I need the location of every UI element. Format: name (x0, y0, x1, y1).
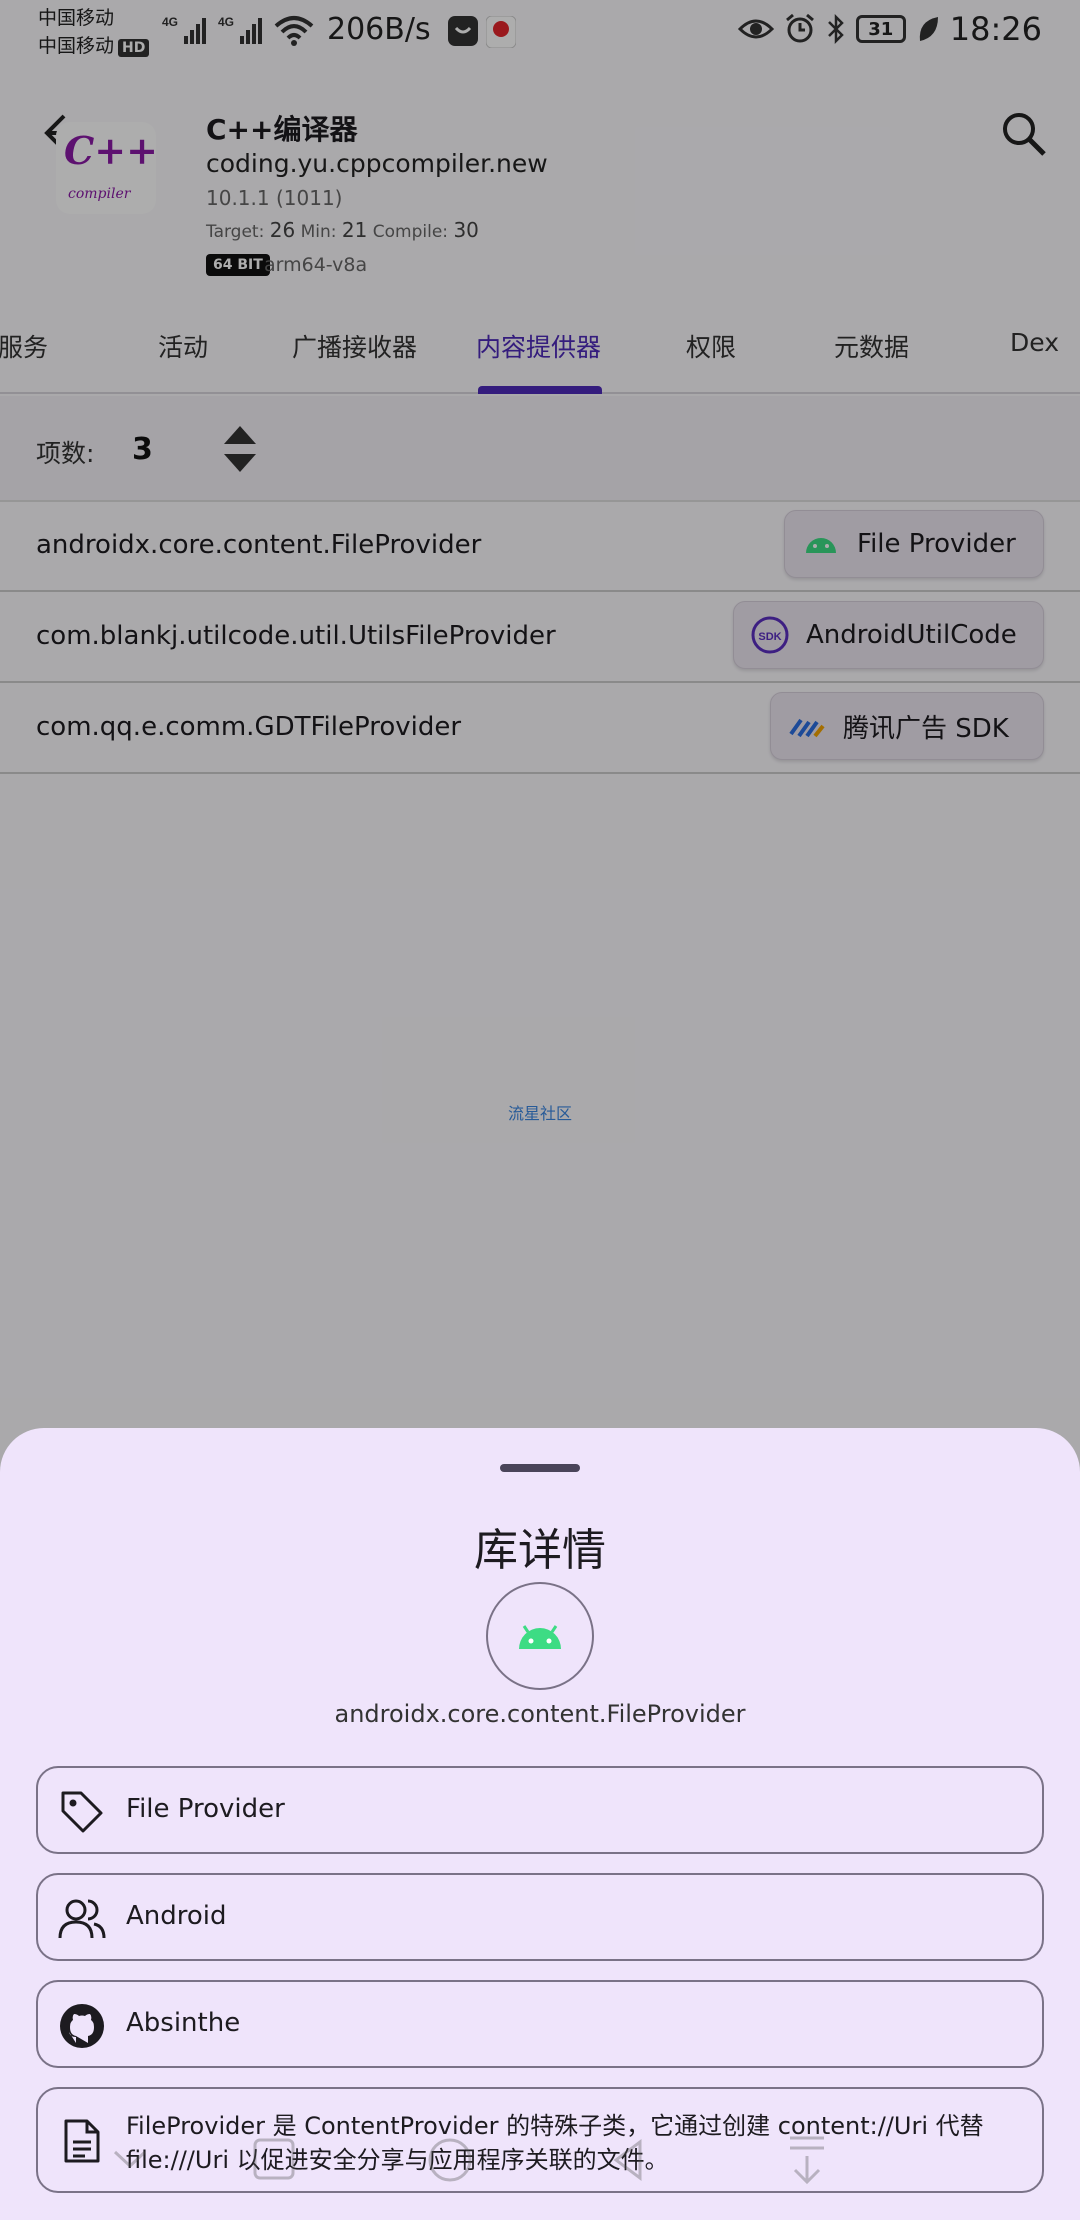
tag-icon (58, 1788, 106, 1836)
library-details-sheet: 库详情 androidx.core.content.FileProvider F… (0, 1428, 1080, 2220)
nav-download-icon (790, 2136, 824, 2185)
library-contributor: Absinthe (126, 2008, 241, 2038)
nav-recents-icon (253, 2138, 295, 2180)
android-icon (519, 1625, 561, 1649)
system-nav-bar (113, 2136, 824, 2185)
nav-back-icon (613, 2139, 642, 2181)
people-icon (58, 1895, 106, 1943)
nav-home-icon (428, 2138, 472, 2182)
nav-collapse-icon (113, 2150, 147, 2169)
github-icon (58, 2002, 106, 2050)
sheet-title: 库详情 (474, 1525, 606, 1576)
library-team: Android (126, 1901, 227, 1931)
library-avatar (486, 1582, 594, 1690)
library-label: File Provider (126, 1794, 285, 1824)
library-team-card[interactable]: Android (36, 1873, 1044, 1961)
drag-handle[interactable] (500, 1464, 580, 1472)
library-contributor-card[interactable]: Absinthe (36, 1980, 1044, 2068)
library-name: androidx.core.content.FileProvider (334, 1700, 746, 1728)
library-label-card[interactable]: File Provider (36, 1766, 1044, 1854)
